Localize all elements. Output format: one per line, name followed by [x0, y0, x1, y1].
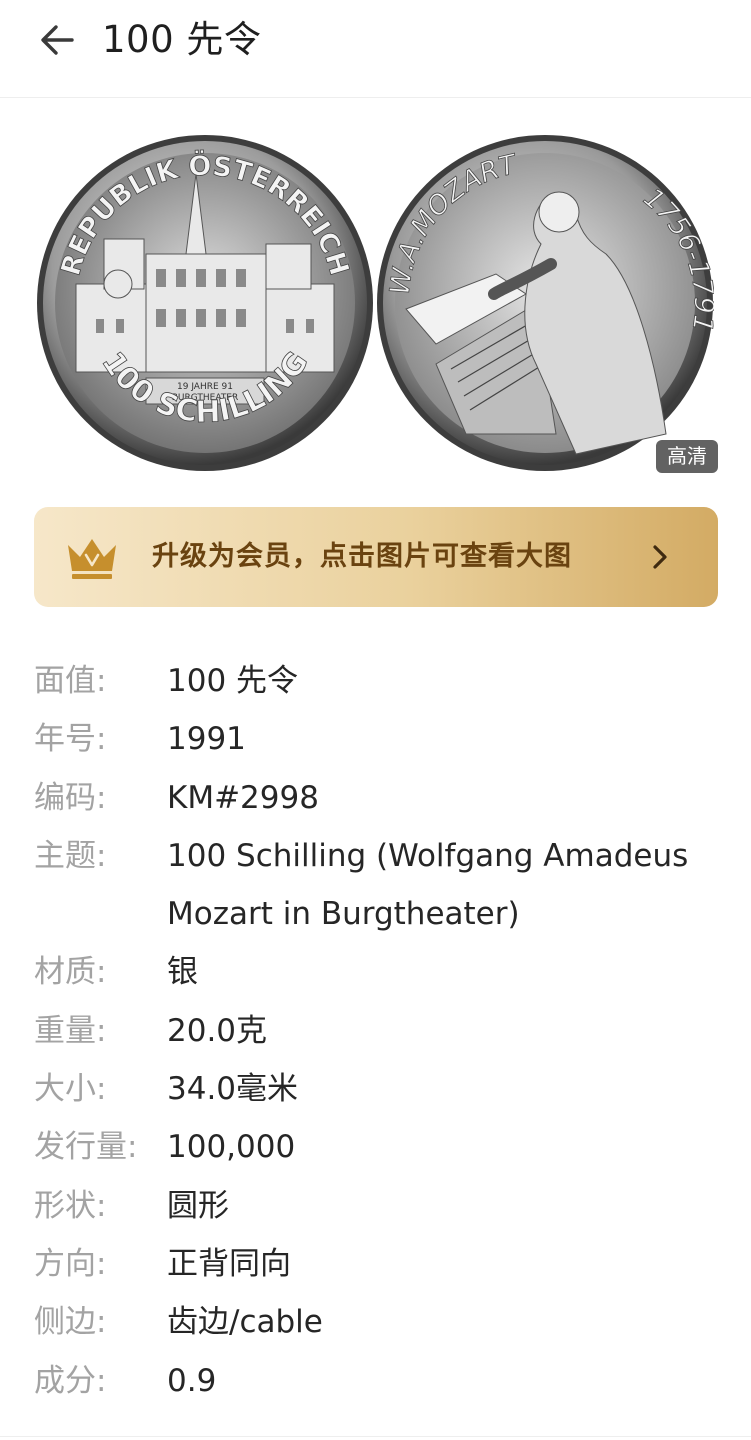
- detail-row-edge: 侧边: 齿边/cable: [34, 1293, 724, 1351]
- top-bar: 100 先令: [0, 0, 751, 98]
- detail-value: 0.9: [167, 1362, 217, 1399]
- coin-plaque-line1: 19 JAHRE 91: [177, 382, 233, 392]
- detail-row-denomination: 面值: 100 先令: [34, 652, 724, 710]
- detail-row-weight: 重量: 20.0克: [34, 1002, 724, 1060]
- detail-value: 20.0克: [167, 1012, 268, 1049]
- detail-value: 34.0毫米: [167, 1071, 299, 1108]
- detail-label: 成分:: [34, 1362, 107, 1399]
- detail-value: 100,000: [167, 1129, 296, 1166]
- detail-value: 正背同向: [167, 1245, 291, 1282]
- vip-upgrade-banner[interactable]: 升级为会员，点击图片可查看大图: [34, 507, 718, 607]
- detail-row-composition: 成分: 0.9: [34, 1352, 724, 1410]
- arrow-left-icon: [41, 25, 74, 55]
- detail-row-year: 年号: 1991: [34, 710, 724, 768]
- detail-label: 面值:: [34, 663, 107, 699]
- detail-value: 1991: [167, 721, 246, 758]
- detail-row-shape: 形状: 圆形: [34, 1177, 724, 1235]
- back-button[interactable]: [34, 18, 82, 62]
- crown-icon: [68, 539, 116, 579]
- coin-obverse-image[interactable]: 19 JAHRE 91 BURGTHEATER REPUBLIK ÖSTERRE…: [36, 134, 374, 472]
- detail-label: 大小:: [34, 1071, 107, 1108]
- detail-label: 主题:: [34, 837, 107, 874]
- detail-value: 100 Schilling (Wolfgang Amadeus Mozart i…: [167, 837, 689, 933]
- detail-label: 编码:: [34, 779, 107, 816]
- coin-images: 19 JAHRE 91 BURGTHEATER REPUBLIK ÖSTERRE…: [0, 120, 751, 490]
- detail-row-material: 材质: 银: [34, 943, 724, 1001]
- detail-label: 年号:: [34, 721, 107, 758]
- detail-label: 方向:: [34, 1245, 107, 1282]
- vip-banner-text: 升级为会员，点击图片可查看大图: [152, 541, 572, 572]
- detail-value: 100 先令: [167, 663, 299, 699]
- page-title: 100 先令: [102, 18, 262, 61]
- detail-label: 材质:: [34, 954, 107, 991]
- detail-value: 银: [167, 954, 198, 991]
- detail-label: 重量:: [34, 1012, 107, 1049]
- detail-value: 齿边/cable: [167, 1304, 323, 1341]
- detail-label: 形状:: [34, 1187, 107, 1224]
- chevron-right-icon: [653, 545, 667, 569]
- bottom-divider: [0, 1436, 751, 1437]
- detail-row-code: 编码: KM#2998: [34, 769, 724, 827]
- coin-reverse-image[interactable]: W.A.MOZART 1756-1791: [376, 134, 714, 472]
- detail-row-theme: 主题: 100 Schilling (Wolfgang Amadeus Moza…: [34, 827, 724, 944]
- coin-details: 面值: 100 先令 年号: 1991 编码: KM#2998 主题: 100 …: [34, 652, 724, 1410]
- detail-value: 圆形: [167, 1187, 229, 1224]
- detail-label: 侧边:: [34, 1304, 107, 1341]
- hd-badge[interactable]: 高清: [656, 440, 718, 473]
- detail-label: 发行量:: [34, 1129, 138, 1166]
- detail-row-orientation: 方向: 正背同向: [34, 1235, 724, 1293]
- detail-row-size: 大小: 34.0毫米: [34, 1060, 724, 1118]
- detail-value: KM#2998: [167, 779, 319, 816]
- detail-row-mintage: 发行量: 100,000: [34, 1118, 724, 1176]
